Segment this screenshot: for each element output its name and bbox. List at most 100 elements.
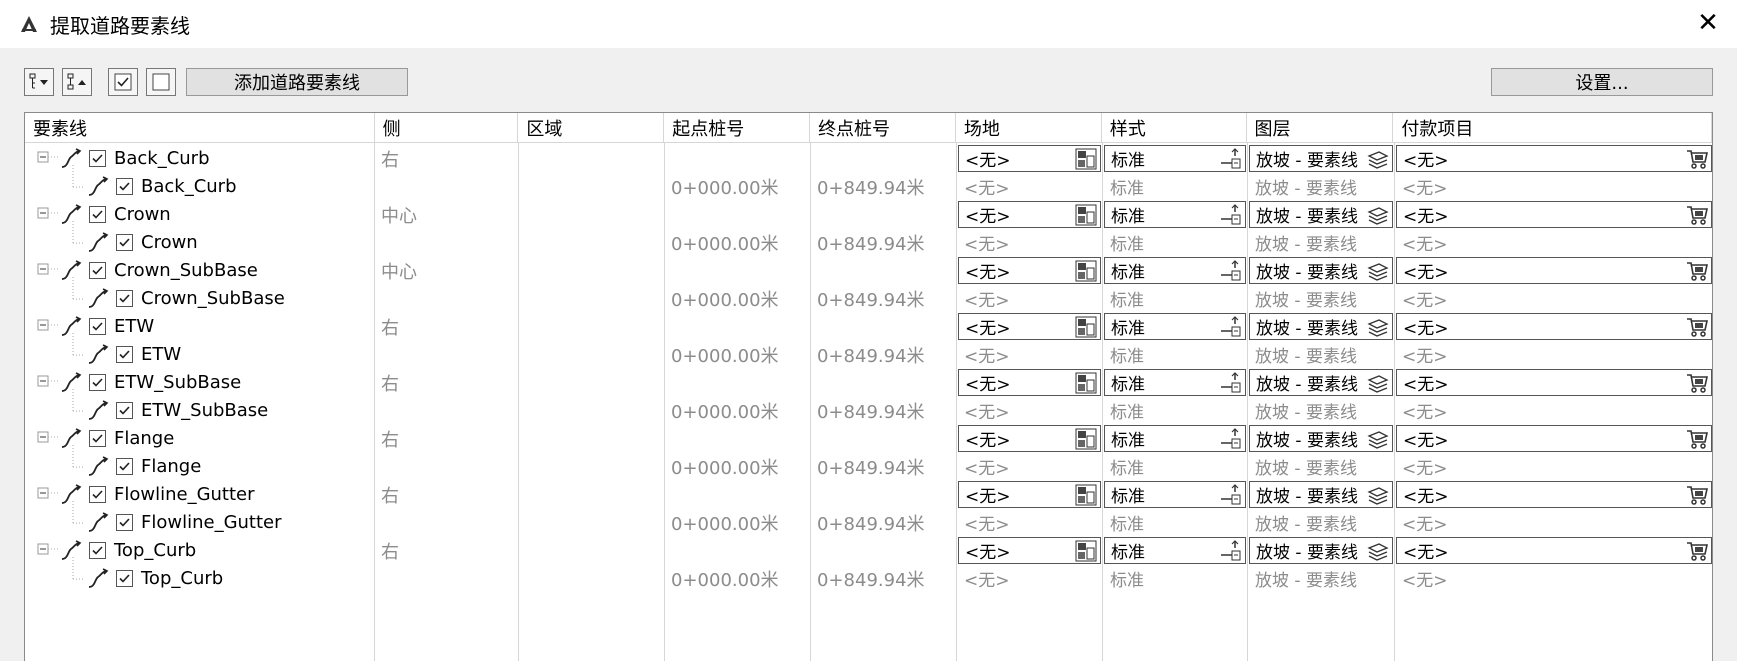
site-dropdown[interactable]: <无> xyxy=(958,257,1101,284)
style-dropdown[interactable]: 标准 xyxy=(1104,257,1246,284)
site-dropdown[interactable]: <无> xyxy=(958,313,1101,340)
style-dropdown[interactable]: 标准 xyxy=(1104,313,1246,340)
layer-picker-icon[interactable] xyxy=(1367,372,1389,394)
header-col-style[interactable]: 样式 xyxy=(1101,113,1247,143)
row-checkbox[interactable] xyxy=(89,150,106,167)
row-checkbox[interactable] xyxy=(89,318,106,335)
row-checkbox[interactable] xyxy=(89,430,106,447)
collapse-toggle-icon[interactable] xyxy=(37,319,49,331)
layer-picker-icon[interactable] xyxy=(1367,540,1389,562)
site-picker-icon[interactable] xyxy=(1075,148,1097,170)
layer-picker-icon[interactable] xyxy=(1367,316,1389,338)
layer-picker-icon[interactable] xyxy=(1367,204,1389,226)
header-col-region[interactable]: 区域 xyxy=(518,113,665,143)
style-picker-icon[interactable] xyxy=(1220,148,1242,170)
header-col-pay-item[interactable]: 付款项目 xyxy=(1393,113,1712,143)
feature-line-group-row[interactable]: ETW 右 <无> 标准 放坡 - 要素线 <无> xyxy=(25,311,1712,342)
pay-dropdown[interactable]: <无> xyxy=(1396,481,1712,508)
site-picker-icon[interactable] xyxy=(1075,260,1097,282)
feature-line-row[interactable]: Top_Curb 0+000.00米 0+849.94米 <无> 标准 放坡 - 要素线 <… xyxy=(25,563,1712,594)
feature-line-row[interactable]: Back_Curb 0+000.00米 0+849.94米 <无> 标准 放坡 - 要素线… xyxy=(25,171,1712,202)
style-dropdown[interactable]: 标准 xyxy=(1104,537,1246,564)
pay-dropdown[interactable]: <无> xyxy=(1396,257,1712,284)
header-col-feature-line[interactable]: 要素线 xyxy=(25,113,375,143)
collapse-toggle-icon[interactable] xyxy=(37,207,49,219)
layer-dropdown[interactable]: 放坡 - 要素线 xyxy=(1249,369,1393,396)
style-picker-icon[interactable] xyxy=(1220,316,1242,338)
layer-dropdown[interactable]: 放坡 - 要素线 xyxy=(1249,257,1393,284)
site-dropdown[interactable]: <无> xyxy=(958,425,1101,452)
feature-line-group-row[interactable]: Crown_SubBase 中心 <无> 标准 放坡 - 要素线 <无> xyxy=(25,255,1712,286)
site-dropdown[interactable]: <无> xyxy=(958,537,1101,564)
add-feature-lines-button[interactable]: 添加道路要素线 xyxy=(186,68,408,96)
feature-line-row[interactable]: Crown 0+000.00米 0+849.94米 <无> 标准 放坡 - 要素线 <无> xyxy=(25,227,1712,258)
feature-line-group-row[interactable]: Flange 右 <无> 标准 放坡 - 要素线 <无> xyxy=(25,423,1712,454)
style-picker-icon[interactable] xyxy=(1220,428,1242,450)
pay-dropdown[interactable]: <无> xyxy=(1396,313,1712,340)
pay-dropdown[interactable]: <无> xyxy=(1396,145,1712,172)
layer-picker-icon[interactable] xyxy=(1367,484,1389,506)
pay-item-picker-icon[interactable] xyxy=(1686,372,1708,394)
feature-line-row[interactable]: Flowline_Gutter 0+000.00米 0+849.94米 <无> 标准 放坡… xyxy=(25,507,1712,538)
pay-item-picker-icon[interactable] xyxy=(1686,316,1708,338)
header-col-end-station[interactable]: 终点桩号 xyxy=(810,113,956,143)
site-picker-icon[interactable] xyxy=(1075,316,1097,338)
pay-item-picker-icon[interactable] xyxy=(1686,484,1708,506)
pay-dropdown[interactable]: <无> xyxy=(1396,537,1712,564)
layer-dropdown[interactable]: 放坡 - 要素线 xyxy=(1249,425,1393,452)
feature-line-group-row[interactable]: Flowline_Gutter 右 <无> 标准 放坡 - 要素线 <无> xyxy=(25,479,1712,510)
row-checkbox[interactable] xyxy=(89,486,106,503)
layer-dropdown[interactable]: 放坡 - 要素线 xyxy=(1249,313,1393,340)
collapse-toggle-icon[interactable] xyxy=(37,543,49,555)
site-picker-icon[interactable] xyxy=(1075,540,1097,562)
pay-dropdown[interactable]: <无> xyxy=(1396,369,1712,396)
style-dropdown[interactable]: 标准 xyxy=(1104,145,1246,172)
style-picker-icon[interactable] xyxy=(1220,540,1242,562)
header-col-site[interactable]: 场地 xyxy=(955,113,1102,143)
row-checkbox[interactable] xyxy=(89,374,106,391)
style-picker-icon[interactable] xyxy=(1220,372,1242,394)
row-checkbox[interactable] xyxy=(89,542,106,559)
row-checkbox[interactable] xyxy=(116,570,133,587)
layer-dropdown[interactable]: 放坡 - 要素线 xyxy=(1249,201,1393,228)
collapse-toggle-icon[interactable] xyxy=(37,151,49,163)
style-dropdown[interactable]: 标准 xyxy=(1104,201,1246,228)
layer-picker-icon[interactable] xyxy=(1367,428,1389,450)
row-checkbox[interactable] xyxy=(116,234,133,251)
style-picker-icon[interactable] xyxy=(1220,484,1242,506)
row-checkbox[interactable] xyxy=(116,402,133,419)
pay-item-picker-icon[interactable] xyxy=(1686,148,1708,170)
feature-line-group-row[interactable]: Back_Curb 右 <无> 标准 放坡 - 要素线 <无> xyxy=(25,143,1712,174)
site-dropdown[interactable]: <无> xyxy=(958,201,1101,228)
collapse-toggle-icon[interactable] xyxy=(37,263,49,275)
collapse-toggle-icon[interactable] xyxy=(37,487,49,499)
feature-line-row[interactable]: Crown_SubBase 0+000.00米 0+849.94米 <无> 标准 放坡 -… xyxy=(25,283,1712,314)
row-checkbox[interactable] xyxy=(116,178,133,195)
pay-dropdown[interactable]: <无> xyxy=(1396,201,1712,228)
feature-line-row[interactable]: ETW 0+000.00米 0+849.94米 <无> 标准 放坡 - 要素线 <无> xyxy=(25,339,1712,370)
collapse-toggle-icon[interactable] xyxy=(37,431,49,443)
pay-item-picker-icon[interactable] xyxy=(1686,428,1708,450)
site-picker-icon[interactable] xyxy=(1075,372,1097,394)
layer-dropdown[interactable]: 放坡 - 要素线 xyxy=(1249,537,1393,564)
feature-line-group-row[interactable]: ETW_SubBase 右 <无> 标准 放坡 - 要素线 <无> xyxy=(25,367,1712,398)
pay-item-picker-icon[interactable] xyxy=(1686,540,1708,562)
layer-picker-icon[interactable] xyxy=(1367,260,1389,282)
header-col-start-station[interactable]: 起点桩号 xyxy=(664,113,811,143)
row-checkbox[interactable] xyxy=(89,262,106,279)
pay-item-picker-icon[interactable] xyxy=(1686,260,1708,282)
site-picker-icon[interactable] xyxy=(1075,484,1097,506)
style-picker-icon[interactable] xyxy=(1220,204,1242,226)
collapse-toggle-icon[interactable] xyxy=(37,375,49,387)
feature-line-row[interactable]: ETW_SubBase 0+000.00米 0+849.94米 <无> 标准 放坡 - 要… xyxy=(25,395,1712,426)
feature-line-group-row[interactable]: Top_Curb 右 <无> 标准 放坡 - 要素线 <无> xyxy=(25,535,1712,566)
row-checkbox[interactable] xyxy=(116,346,133,363)
site-picker-icon[interactable] xyxy=(1075,204,1097,226)
check-all-button[interactable] xyxy=(108,68,138,96)
close-button[interactable]: ✕ xyxy=(1693,8,1723,38)
site-dropdown[interactable]: <无> xyxy=(958,369,1101,396)
header-col-layer[interactable]: 图层 xyxy=(1246,113,1394,143)
pay-item-picker-icon[interactable] xyxy=(1686,204,1708,226)
uncheck-all-button[interactable] xyxy=(146,68,176,96)
layer-dropdown[interactable]: 放坡 - 要素线 xyxy=(1249,481,1393,508)
